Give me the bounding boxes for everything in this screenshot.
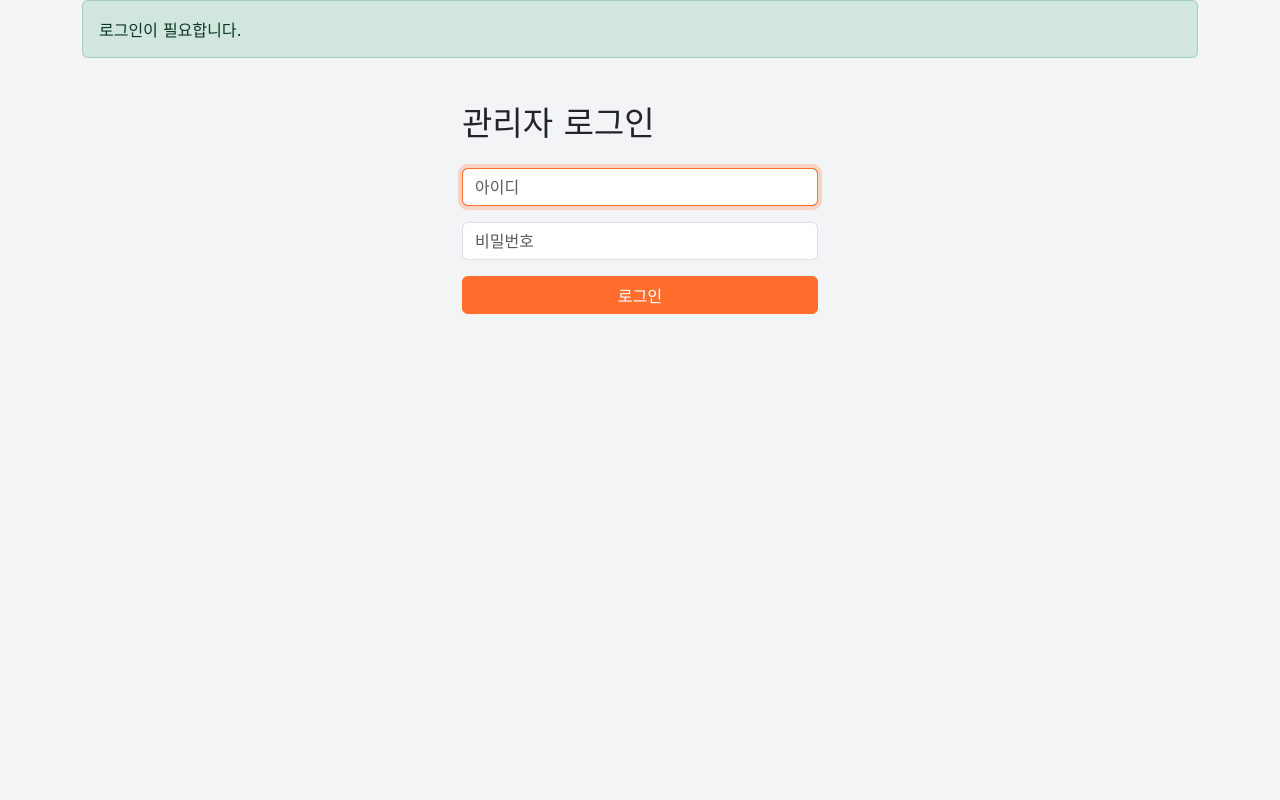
username-input[interactable]: [462, 168, 818, 206]
page-title: 관리자 로그인: [462, 104, 655, 143]
login-required-alert: 로그인이 필요합니다.: [82, 0, 1198, 58]
login-form: 관리자 로그인 로그인: [462, 100, 818, 314]
password-input[interactable]: [462, 222, 818, 260]
login-button[interactable]: 로그인: [462, 276, 818, 314]
alert-message: 로그인이 필요합니다.: [99, 21, 242, 40]
